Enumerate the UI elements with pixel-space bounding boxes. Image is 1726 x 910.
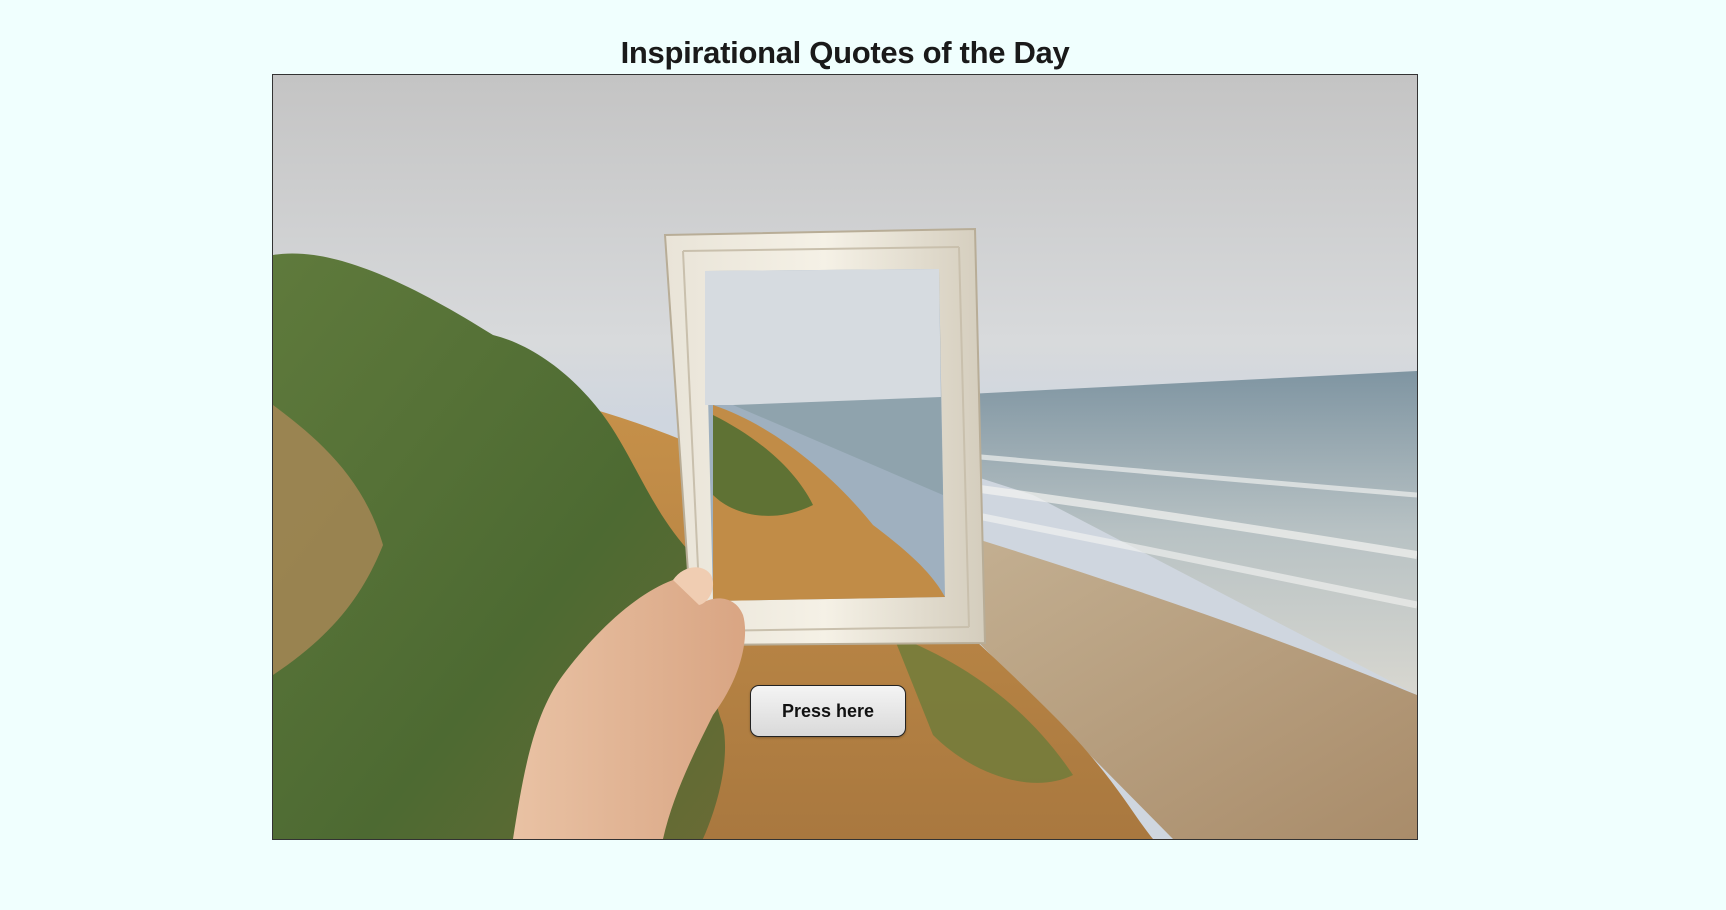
press-here-button[interactable]: Press here [750, 685, 906, 737]
page: Inspirational Quotes of the Day Press he… [0, 0, 1726, 910]
page-title: Inspirational Quotes of the Day [620, 34, 1070, 70]
